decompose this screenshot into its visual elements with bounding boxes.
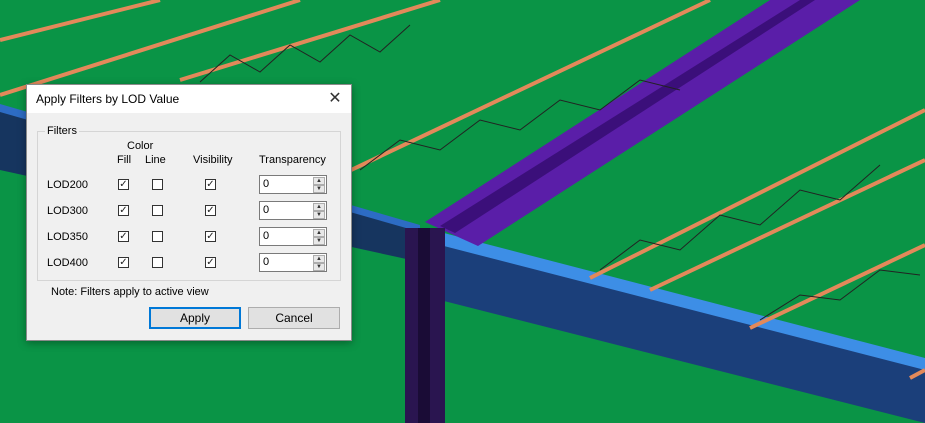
filters-group-label: Filters: [45, 125, 79, 137]
transparency-value: 0: [263, 256, 270, 268]
visibility-checkbox[interactable]: ✓: [205, 257, 216, 268]
filters-note: Note: Filters apply to active view: [51, 286, 209, 298]
transparency-spinner[interactable]: 0 ▲ ▼: [259, 175, 327, 194]
spin-down-icon[interactable]: ▼: [313, 185, 325, 193]
spin-down-icon[interactable]: ▼: [313, 237, 325, 245]
visibility-header: Visibility: [193, 154, 233, 166]
cancel-button[interactable]: Cancel: [248, 307, 340, 329]
transparency-value: 0: [263, 204, 270, 216]
line-checkbox[interactable]: [152, 257, 163, 268]
lod-row-label: LOD350: [47, 231, 88, 243]
apply-button[interactable]: Apply: [149, 307, 241, 329]
visibility-checkbox[interactable]: ✓: [205, 179, 216, 190]
spin-up-icon[interactable]: ▲: [313, 255, 325, 263]
color-header: Color: [127, 140, 154, 152]
lod-row-label: LOD200: [47, 179, 88, 191]
dialog-title: Apply Filters by LOD Value: [36, 92, 180, 106]
steel-column-web: [418, 228, 430, 423]
spin-up-icon[interactable]: ▲: [313, 203, 325, 211]
fill-checkbox[interactable]: ✓: [118, 205, 129, 216]
line-checkbox[interactable]: [152, 205, 163, 216]
transparency-spinner[interactable]: 0 ▲ ▼: [259, 227, 327, 246]
visibility-checkbox[interactable]: ✓: [205, 231, 216, 242]
spin-down-icon[interactable]: ▼: [313, 211, 325, 219]
lod-row-label: LOD400: [47, 257, 88, 269]
transparency-value: 0: [263, 230, 270, 242]
line-header: Line: [145, 154, 166, 166]
apply-filters-dialog: Apply Filters by LOD Value ✕ Filters Col…: [26, 84, 352, 341]
line-checkbox[interactable]: [152, 179, 163, 190]
fill-checkbox[interactable]: ✓: [118, 179, 129, 190]
line-checkbox[interactable]: [152, 231, 163, 242]
spin-down-icon[interactable]: ▼: [313, 263, 325, 271]
transparency-header: Transparency: [259, 154, 326, 166]
visibility-checkbox[interactable]: ✓: [205, 205, 216, 216]
transparency-value: 0: [263, 178, 270, 190]
close-icon[interactable]: ✕: [325, 89, 345, 109]
fill-checkbox[interactable]: ✓: [118, 257, 129, 268]
transparency-spinner[interactable]: 0 ▲ ▼: [259, 201, 327, 220]
lod-row-label: LOD300: [47, 205, 88, 217]
transparency-spinner[interactable]: 0 ▲ ▼: [259, 253, 327, 272]
spin-up-icon[interactable]: ▲: [313, 229, 325, 237]
fill-checkbox[interactable]: ✓: [118, 231, 129, 242]
fill-header: Fill: [117, 154, 132, 166]
spin-up-icon[interactable]: ▲: [313, 177, 325, 185]
dialog-titlebar[interactable]: Apply Filters by LOD Value ✕: [27, 85, 351, 113]
